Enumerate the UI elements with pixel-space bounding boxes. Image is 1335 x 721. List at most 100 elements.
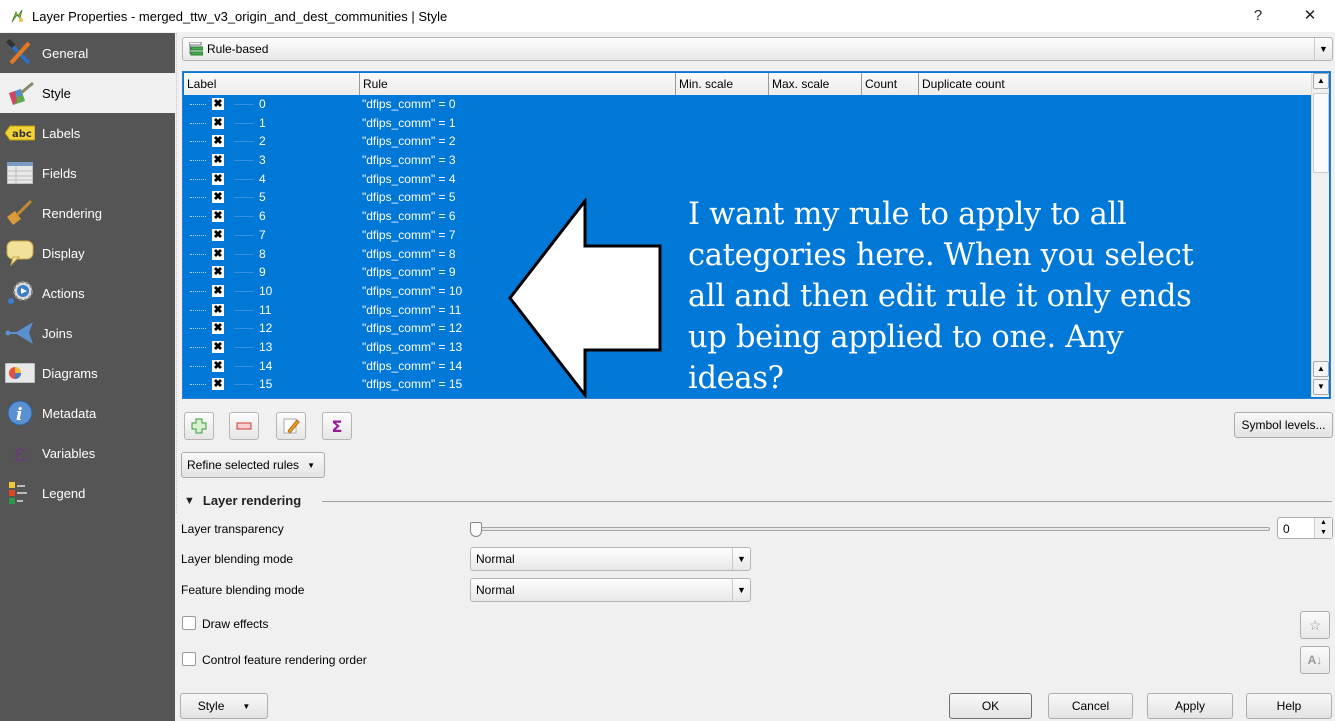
sidebar-item-rendering[interactable]: Rendering	[0, 193, 175, 233]
rules-tree[interactable]: Label Rule Min. scale Max. scale Count D…	[182, 71, 1331, 399]
layer-transparency-label: Layer transparency	[181, 522, 284, 536]
column-header-duplicate-count[interactable]: Duplicate count	[919, 73, 1312, 95]
rule-enabled-checkbox[interactable]: ✖	[212, 340, 224, 353]
rule-expression: "dfips_comm" = 8	[362, 246, 456, 261]
column-header-count[interactable]: Count	[862, 73, 919, 95]
column-header-max-scale[interactable]: Max. scale	[769, 73, 862, 95]
rule-enabled-checkbox[interactable]: ✖	[212, 266, 224, 279]
rule-label: 11	[259, 302, 272, 317]
style-panel: Rule-based ▼ Label Rule Min. scale Max. …	[176, 33, 1335, 721]
column-header-rule[interactable]: Rule	[360, 73, 676, 95]
spin-arrows-icon[interactable]: ▲ ▼	[1314, 518, 1332, 538]
rule-label: 7	[259, 227, 266, 242]
sidebar-item-legend[interactable]: Legend	[0, 473, 175, 513]
annotation-text: I want my rule to apply to all categorie…	[688, 197, 1194, 396]
rule-enabled-checkbox[interactable]: ✖	[212, 322, 224, 335]
rule-enabled-checkbox[interactable]: ✖	[212, 98, 224, 110]
rule-label: 15	[259, 377, 273, 392]
slider-handle[interactable]	[470, 522, 482, 537]
scroll-up-button-lower[interactable]: ▲	[1313, 361, 1329, 377]
sidebar-item-actions[interactable]: Actions	[0, 273, 175, 313]
rule-enabled-checkbox[interactable]: ✖	[212, 135, 224, 148]
sidebar-item-metadata[interactable]: i Metadata	[0, 393, 175, 433]
sidebar-item-label: Style	[42, 85, 71, 101]
sidebar-item-labels[interactable]: abc Labels	[0, 113, 175, 153]
help-button[interactable]: ?	[1243, 4, 1273, 28]
epsilon-icon: ε	[13, 439, 27, 467]
sidebar-item-variables[interactable]: ε Variables	[0, 433, 175, 473]
symbol-preview-icon	[234, 104, 254, 105]
rule-expression: "dfips_comm" = 1	[362, 115, 456, 130]
sidebar-item-diagrams[interactable]: Diagrams	[0, 353, 175, 393]
brush-icon	[4, 199, 36, 227]
sidebar-item-fields[interactable]: Fields	[0, 153, 175, 193]
rule-label: 3	[259, 153, 266, 168]
rule-enabled-checkbox[interactable]: ✖	[212, 191, 224, 204]
rule-expression: "dfips_comm" = 2	[362, 134, 456, 149]
layer-rendering-section-header[interactable]: ▼ Layer rendering	[184, 493, 301, 508]
sidebar-item-joins[interactable]: Joins	[0, 313, 175, 353]
layer-blending-value: Normal	[476, 552, 515, 566]
renderer-type-dropdown[interactable]: Rule-based ▼	[182, 37, 1333, 61]
sidebar-item-label: Metadata	[42, 405, 97, 421]
sidebar-item-style[interactable]: Style	[0, 73, 175, 113]
rule-label: 2	[259, 134, 266, 149]
tools-icon	[4, 39, 36, 67]
symbol-preview-icon	[234, 365, 254, 367]
apply-button[interactable]: Apply	[1147, 693, 1233, 719]
rule-enabled-checkbox[interactable]: ✖	[212, 228, 224, 241]
column-header-label[interactable]: Label	[184, 73, 360, 95]
rendering-order-button[interactable]: A↓	[1300, 646, 1330, 674]
edit-rule-button[interactable]	[276, 412, 306, 440]
annotation-arrow-icon	[508, 198, 662, 398]
refine-sum-button[interactable]: Σ	[322, 412, 352, 440]
transparency-value: 0	[1283, 522, 1290, 536]
rule-enabled-checkbox[interactable]: ✖	[212, 172, 224, 185]
rule-enabled-checkbox[interactable]: ✖	[212, 284, 224, 297]
feature-blending-dropdown[interactable]: Normal ▼	[470, 578, 751, 602]
rule-enabled-checkbox[interactable]: ✖	[212, 116, 224, 129]
rule-enabled-checkbox[interactable]: ✖	[212, 303, 224, 316]
remove-rule-button[interactable]	[229, 412, 259, 440]
draw-effects-checkbox[interactable]	[182, 616, 196, 630]
cancel-button[interactable]: Cancel	[1048, 693, 1133, 719]
rule-row[interactable]: ✖ 2 "dfips_comm" = 2	[184, 132, 1312, 151]
scroll-thumb[interactable]	[1313, 93, 1329, 173]
rule-row[interactable]: ✖ 0 "dfips_comm" = 0	[184, 95, 1312, 114]
sidebar-item-general[interactable]: General	[0, 33, 175, 73]
plus-icon	[191, 418, 207, 434]
close-button[interactable]: ✕	[1295, 4, 1325, 28]
sidebar-item-display[interactable]: Display	[0, 233, 175, 273]
rule-row[interactable]: ✖ 1 "dfips_comm" = 1	[184, 114, 1312, 133]
control-rendering-order-checkbox[interactable]	[182, 652, 196, 666]
rule-enabled-checkbox[interactable]: ✖	[212, 247, 224, 260]
rule-enabled-checkbox[interactable]: ✖	[212, 378, 224, 391]
style-menu-button[interactable]: Style ▼	[180, 693, 268, 719]
tree-line	[190, 309, 206, 311]
add-rule-button[interactable]	[184, 412, 214, 440]
rule-enabled-checkbox[interactable]: ✖	[212, 359, 224, 372]
transparency-slider[interactable]	[470, 522, 1270, 537]
scroll-up-button[interactable]: ▲	[1313, 73, 1329, 89]
effects-customize-button[interactable]: ☆	[1300, 611, 1330, 639]
symbol-preview-icon	[234, 328, 254, 330]
rule-enabled-checkbox[interactable]: ✖	[212, 210, 224, 223]
scroll-down-button[interactable]: ▼	[1313, 379, 1329, 395]
rule-row[interactable]: ✖ 4 "dfips_comm" = 4	[184, 170, 1312, 189]
rule-expression: "dfips_comm" = 12	[362, 321, 463, 336]
dropdown-arrow-icon: ▼	[307, 460, 315, 470]
refine-selected-rules-button[interactable]: Refine selected rules ▼	[181, 452, 325, 478]
help-dialog-button[interactable]: Help	[1246, 693, 1332, 719]
sort-az-icon: A↓	[1307, 653, 1323, 667]
layer-blending-dropdown[interactable]: Normal ▼	[470, 547, 751, 571]
paintbrush-icon	[4, 79, 36, 107]
symbol-levels-button[interactable]: Symbol levels...	[1234, 412, 1333, 438]
rule-expression: "dfips_comm" = 3	[362, 153, 456, 168]
ok-button[interactable]: OK	[949, 693, 1032, 719]
transparency-spinbox[interactable]: 0 ▲ ▼	[1277, 517, 1333, 539]
column-header-min-scale[interactable]: Min. scale	[676, 73, 769, 95]
vertical-scrollbar[interactable]: ▲ ▲ ▼	[1311, 73, 1329, 397]
rule-enabled-checkbox[interactable]: ✖	[212, 154, 224, 167]
rule-row[interactable]: ✖ 3 "dfips_comm" = 3	[184, 151, 1312, 170]
tree-line	[190, 104, 206, 105]
